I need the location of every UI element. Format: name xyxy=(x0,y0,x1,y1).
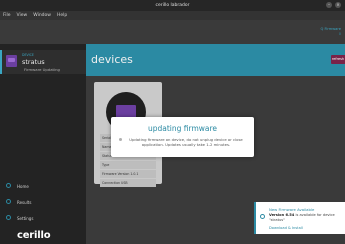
main-header: devices refresh xyxy=(86,44,345,76)
results-icon xyxy=(6,199,11,204)
info-row: Type xyxy=(100,161,156,169)
top-right-line1: Q Firmware xyxy=(320,27,341,31)
firmware-toast: New Firmware Available Version 6.54 is a… xyxy=(254,202,345,234)
sidebar-item-label: Results xyxy=(17,199,32,205)
home-icon xyxy=(6,183,11,188)
top-strip: Q Firmware 0 xyxy=(0,20,345,44)
device-label: DEVICE xyxy=(22,53,34,57)
sidebar-item-label: Settings xyxy=(17,215,34,221)
info-icon xyxy=(119,138,122,141)
header-action-button[interactable]: refresh xyxy=(331,55,345,64)
menu-view[interactable]: View xyxy=(17,13,28,18)
sidebar-item-label: Home xyxy=(17,183,29,189)
cerillo-logo: cerillo xyxy=(17,230,51,241)
menu-window[interactable]: Window xyxy=(33,13,51,18)
menu-file[interactable]: File xyxy=(3,13,11,18)
toast-message: Version 6.54 is available for device "st… xyxy=(269,213,345,222)
sidebar-item-home[interactable]: Home xyxy=(0,178,86,194)
sidebar-item-settings[interactable]: Settings xyxy=(0,210,86,226)
sidebar-nav: Home Results Settings xyxy=(0,178,86,226)
device-status: Firmware Updating xyxy=(24,67,60,72)
minimize-button[interactable]: – xyxy=(326,2,332,8)
menu-bar: File View Window Help xyxy=(0,11,345,20)
app-window: cerillo labrador – × File View Window He… xyxy=(0,0,345,244)
top-right-indicator[interactable]: Q Firmware 0 xyxy=(321,27,341,36)
device-card-stratus[interactable]: DEVICE stratus Firmware Updating xyxy=(0,50,86,74)
top-right-line2: 0 xyxy=(338,31,341,36)
modal-message: Updating firmware on device, do not unpl… xyxy=(129,137,243,147)
gear-icon xyxy=(6,215,11,220)
menu-help[interactable]: Help xyxy=(57,13,67,18)
close-button[interactable]: × xyxy=(335,2,341,8)
sidebar-item-results[interactable]: Results xyxy=(0,194,86,210)
window-title: cerillo labrador xyxy=(155,3,190,8)
modal-title: updating firmware xyxy=(147,124,218,133)
updating-firmware-modal: updating firmware Updating firmware on d… xyxy=(111,117,254,157)
info-row: Firmware Version 1.0.1 xyxy=(100,170,156,178)
page-title: devices xyxy=(91,53,133,66)
info-icon xyxy=(260,214,265,219)
title-bar: cerillo labrador – × xyxy=(0,0,345,11)
toast-version: Version 6.54 xyxy=(269,213,295,217)
device-name: stratus xyxy=(22,58,45,66)
info-row: Connection USB xyxy=(100,179,156,187)
device-thumbnail xyxy=(6,55,17,67)
window-controls: – × xyxy=(326,2,341,8)
download-install-link[interactable]: Download & Install xyxy=(269,226,303,230)
toast-title: New Firmware Available xyxy=(269,207,315,212)
sidebar: DEVICE stratus Firmware Updating Home Re… xyxy=(0,44,86,244)
